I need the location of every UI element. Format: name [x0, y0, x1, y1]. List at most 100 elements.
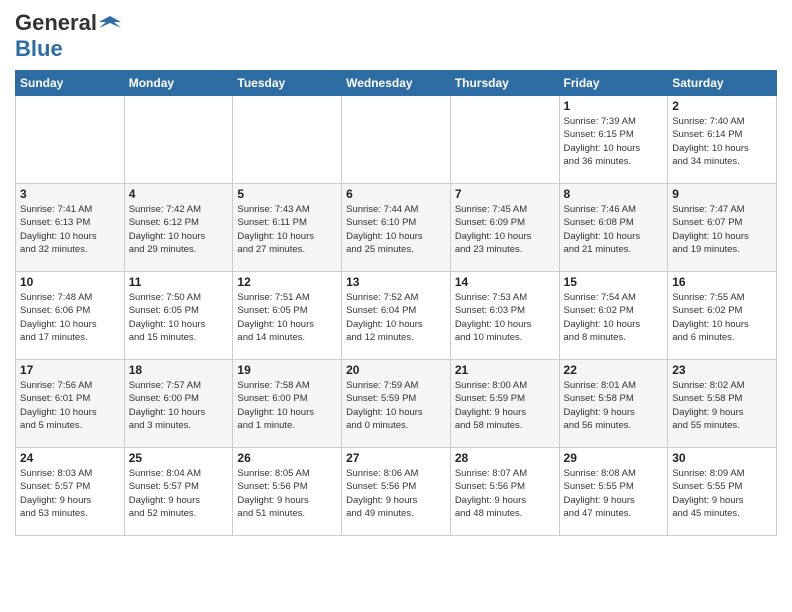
calendar-cell: 6 Sunrise: 7:44 AM Sunset: 6:10 PM Daylig…	[342, 184, 451, 272]
calendar-cell: 19 Sunrise: 7:58 AM Sunset: 6:00 PM Dayli…	[233, 360, 342, 448]
header-day-saturday: Saturday	[668, 71, 777, 96]
day-number: 27	[346, 451, 446, 465]
calendar-cell: 24Sunrise: 8:03 AM Sunset: 5:57 PM Dayli…	[16, 448, 125, 536]
day-content: Sunrise: 7:55 AM Sunset: 6:02 PM Dayligh…	[672, 291, 772, 344]
day-content: Sunrise: 8:04 AM Sunset: 5:57 PM Dayligh…	[129, 467, 229, 520]
calendar-cell: 14 Sunrise: 7:53 AM Sunset: 6:03 PM Dayli…	[450, 272, 559, 360]
calendar-cell: 15 Sunrise: 7:54 AM Sunset: 6:02 PM Dayli…	[559, 272, 668, 360]
calendar-week-row: 1Sunrise: 7:39 AM Sunset: 6:15 PM Daylig…	[16, 96, 777, 184]
calendar-cell: 2 Sunrise: 7:40 AM Sunset: 6:14 PM Daylig…	[668, 96, 777, 184]
day-content: Sunrise: 7:51 AM Sunset: 6:05 PM Dayligh…	[237, 291, 337, 344]
day-number: 29	[564, 451, 664, 465]
calendar-cell	[450, 96, 559, 184]
day-number: 3	[20, 187, 120, 201]
calendar-week-row: 17Sunrise: 7:56 AM Sunset: 6:01 PM Dayli…	[16, 360, 777, 448]
header-day-thursday: Thursday	[450, 71, 559, 96]
header-day-monday: Monday	[124, 71, 233, 96]
day-number: 28	[455, 451, 555, 465]
day-number: 25	[129, 451, 229, 465]
day-number: 5	[237, 187, 337, 201]
day-content: Sunrise: 8:02 AM Sunset: 5:58 PM Dayligh…	[672, 379, 772, 432]
day-content: Sunrise: 8:07 AM Sunset: 5:56 PM Dayligh…	[455, 467, 555, 520]
day-number: 23	[672, 363, 772, 377]
calendar-cell: 17Sunrise: 7:56 AM Sunset: 6:01 PM Dayli…	[16, 360, 125, 448]
day-content: Sunrise: 8:01 AM Sunset: 5:58 PM Dayligh…	[564, 379, 664, 432]
day-content: Sunrise: 7:52 AM Sunset: 6:04 PM Dayligh…	[346, 291, 446, 344]
day-content: Sunrise: 7:40 AM Sunset: 6:14 PM Dayligh…	[672, 115, 772, 168]
day-content: Sunrise: 7:50 AM Sunset: 6:05 PM Dayligh…	[129, 291, 229, 344]
day-content: Sunrise: 7:43 AM Sunset: 6:11 PM Dayligh…	[237, 203, 337, 256]
calendar-cell	[16, 96, 125, 184]
day-number: 20	[346, 363, 446, 377]
day-content: Sunrise: 7:54 AM Sunset: 6:02 PM Dayligh…	[564, 291, 664, 344]
calendar-cell: 25 Sunrise: 8:04 AM Sunset: 5:57 PM Dayli…	[124, 448, 233, 536]
calendar-cell: 23 Sunrise: 8:02 AM Sunset: 5:58 PM Dayli…	[668, 360, 777, 448]
day-content: Sunrise: 7:59 AM Sunset: 5:59 PM Dayligh…	[346, 379, 446, 432]
header-day-tuesday: Tuesday	[233, 71, 342, 96]
logo: General Blue	[15, 10, 121, 62]
calendar-cell: 10Sunrise: 7:48 AM Sunset: 6:06 PM Dayli…	[16, 272, 125, 360]
day-number: 2	[672, 99, 772, 113]
header-day-sunday: Sunday	[16, 71, 125, 96]
day-content: Sunrise: 8:08 AM Sunset: 5:55 PM Dayligh…	[564, 467, 664, 520]
calendar-cell: 27 Sunrise: 8:06 AM Sunset: 5:56 PM Dayli…	[342, 448, 451, 536]
calendar-cell: 20 Sunrise: 7:59 AM Sunset: 5:59 PM Dayli…	[342, 360, 451, 448]
day-number: 19	[237, 363, 337, 377]
day-content: Sunrise: 7:48 AM Sunset: 6:06 PM Dayligh…	[20, 291, 120, 344]
calendar-week-row: 24Sunrise: 8:03 AM Sunset: 5:57 PM Dayli…	[16, 448, 777, 536]
day-number: 6	[346, 187, 446, 201]
day-number: 4	[129, 187, 229, 201]
calendar-cell: 1Sunrise: 7:39 AM Sunset: 6:15 PM Daylig…	[559, 96, 668, 184]
day-number: 15	[564, 275, 664, 289]
day-content: Sunrise: 7:47 AM Sunset: 6:07 PM Dayligh…	[672, 203, 772, 256]
calendar-cell: 30Sunrise: 8:09 AM Sunset: 5:55 PM Dayli…	[668, 448, 777, 536]
calendar-cell: 3 Sunrise: 7:41 AM Sunset: 6:13 PM Daylig…	[16, 184, 125, 272]
header-day-wednesday: Wednesday	[342, 71, 451, 96]
logo-general: General	[15, 10, 97, 36]
day-content: Sunrise: 7:53 AM Sunset: 6:03 PM Dayligh…	[455, 291, 555, 344]
calendar-cell: 4 Sunrise: 7:42 AM Sunset: 6:12 PM Daylig…	[124, 184, 233, 272]
header: General Blue	[15, 10, 777, 62]
calendar-cell: 13 Sunrise: 7:52 AM Sunset: 6:04 PM Dayli…	[342, 272, 451, 360]
day-content: Sunrise: 7:46 AM Sunset: 6:08 PM Dayligh…	[564, 203, 664, 256]
day-content: Sunrise: 7:39 AM Sunset: 6:15 PM Dayligh…	[564, 115, 664, 168]
day-number: 13	[346, 275, 446, 289]
day-content: Sunrise: 8:06 AM Sunset: 5:56 PM Dayligh…	[346, 467, 446, 520]
calendar-cell: 7Sunrise: 7:45 AM Sunset: 6:09 PM Daylig…	[450, 184, 559, 272]
day-number: 18	[129, 363, 229, 377]
day-content: Sunrise: 7:56 AM Sunset: 6:01 PM Dayligh…	[20, 379, 120, 432]
day-number: 7	[455, 187, 555, 201]
calendar-cell: 12 Sunrise: 7:51 AM Sunset: 6:05 PM Dayli…	[233, 272, 342, 360]
calendar-cell: 28 Sunrise: 8:07 AM Sunset: 5:56 PM Dayli…	[450, 448, 559, 536]
day-content: Sunrise: 8:09 AM Sunset: 5:55 PM Dayligh…	[672, 467, 772, 520]
day-number: 21	[455, 363, 555, 377]
day-content: Sunrise: 8:03 AM Sunset: 5:57 PM Dayligh…	[20, 467, 120, 520]
calendar-cell: 9Sunrise: 7:47 AM Sunset: 6:07 PM Daylig…	[668, 184, 777, 272]
day-number: 12	[237, 275, 337, 289]
day-content: Sunrise: 8:05 AM Sunset: 5:56 PM Dayligh…	[237, 467, 337, 520]
calendar-cell: 8Sunrise: 7:46 AM Sunset: 6:08 PM Daylig…	[559, 184, 668, 272]
calendar-cell	[233, 96, 342, 184]
day-content: Sunrise: 7:41 AM Sunset: 6:13 PM Dayligh…	[20, 203, 120, 256]
day-content: Sunrise: 7:42 AM Sunset: 6:12 PM Dayligh…	[129, 203, 229, 256]
calendar-header-row: SundayMondayTuesdayWednesdayThursdayFrid…	[16, 71, 777, 96]
day-number: 26	[237, 451, 337, 465]
day-content: Sunrise: 7:58 AM Sunset: 6:00 PM Dayligh…	[237, 379, 337, 432]
calendar-cell: 16 Sunrise: 7:55 AM Sunset: 6:02 PM Dayli…	[668, 272, 777, 360]
calendar-week-row: 3 Sunrise: 7:41 AM Sunset: 6:13 PM Daylig…	[16, 184, 777, 272]
day-number: 14	[455, 275, 555, 289]
header-day-friday: Friday	[559, 71, 668, 96]
calendar-table: SundayMondayTuesdayWednesdayThursdayFrid…	[15, 70, 777, 536]
calendar-cell: 29 Sunrise: 8:08 AM Sunset: 5:55 PM Dayli…	[559, 448, 668, 536]
day-content: Sunrise: 7:57 AM Sunset: 6:00 PM Dayligh…	[129, 379, 229, 432]
calendar-cell	[124, 96, 233, 184]
calendar-week-row: 10Sunrise: 7:48 AM Sunset: 6:06 PM Dayli…	[16, 272, 777, 360]
day-number: 16	[672, 275, 772, 289]
logo-blue: Blue	[15, 36, 63, 61]
calendar-cell: 21Sunrise: 8:00 AM Sunset: 5:59 PM Dayli…	[450, 360, 559, 448]
day-content: Sunrise: 7:44 AM Sunset: 6:10 PM Dayligh…	[346, 203, 446, 256]
calendar-cell: 5 Sunrise: 7:43 AM Sunset: 6:11 PM Daylig…	[233, 184, 342, 272]
day-number: 22	[564, 363, 664, 377]
logo-bird-icon	[99, 12, 121, 34]
calendar-cell: 22 Sunrise: 8:01 AM Sunset: 5:58 PM Dayli…	[559, 360, 668, 448]
